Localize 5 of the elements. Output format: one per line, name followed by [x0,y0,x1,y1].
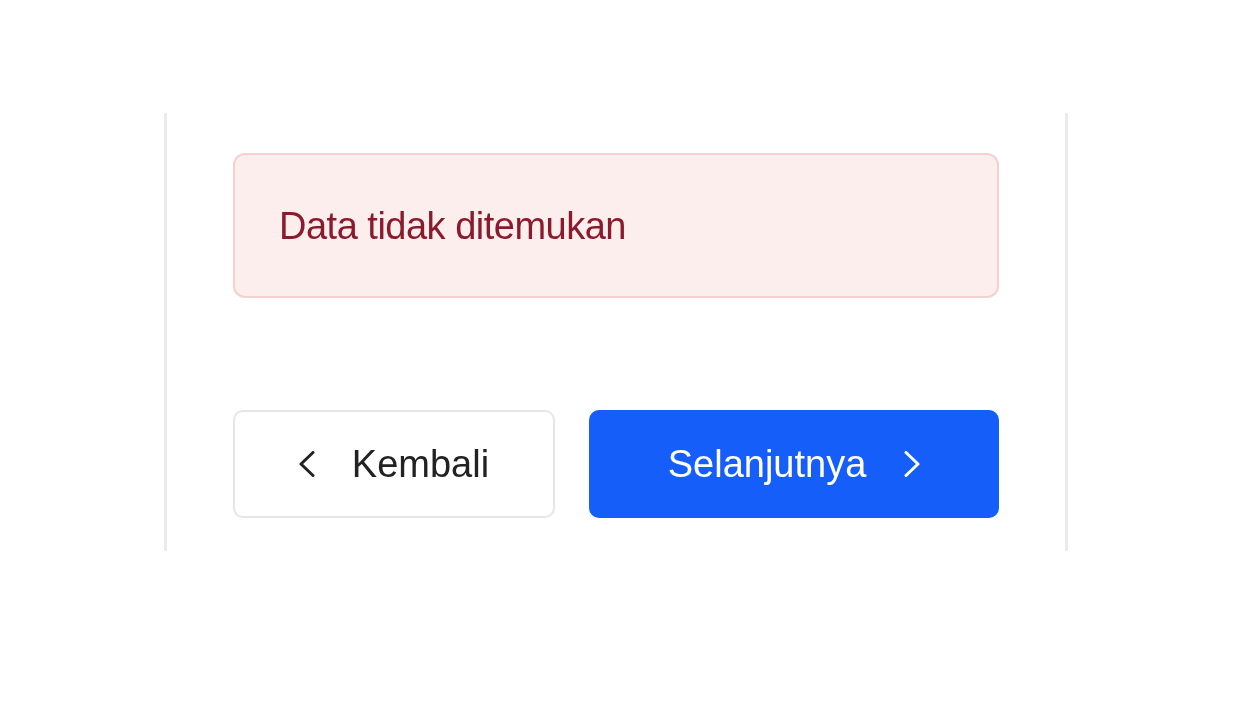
back-button[interactable]: Kembali [233,410,555,518]
next-button[interactable]: Selanjutnya [589,410,999,518]
chevron-right-icon [904,451,921,477]
chevron-left-icon [298,451,315,477]
error-message: Data tidak ditemukan [279,206,626,245]
